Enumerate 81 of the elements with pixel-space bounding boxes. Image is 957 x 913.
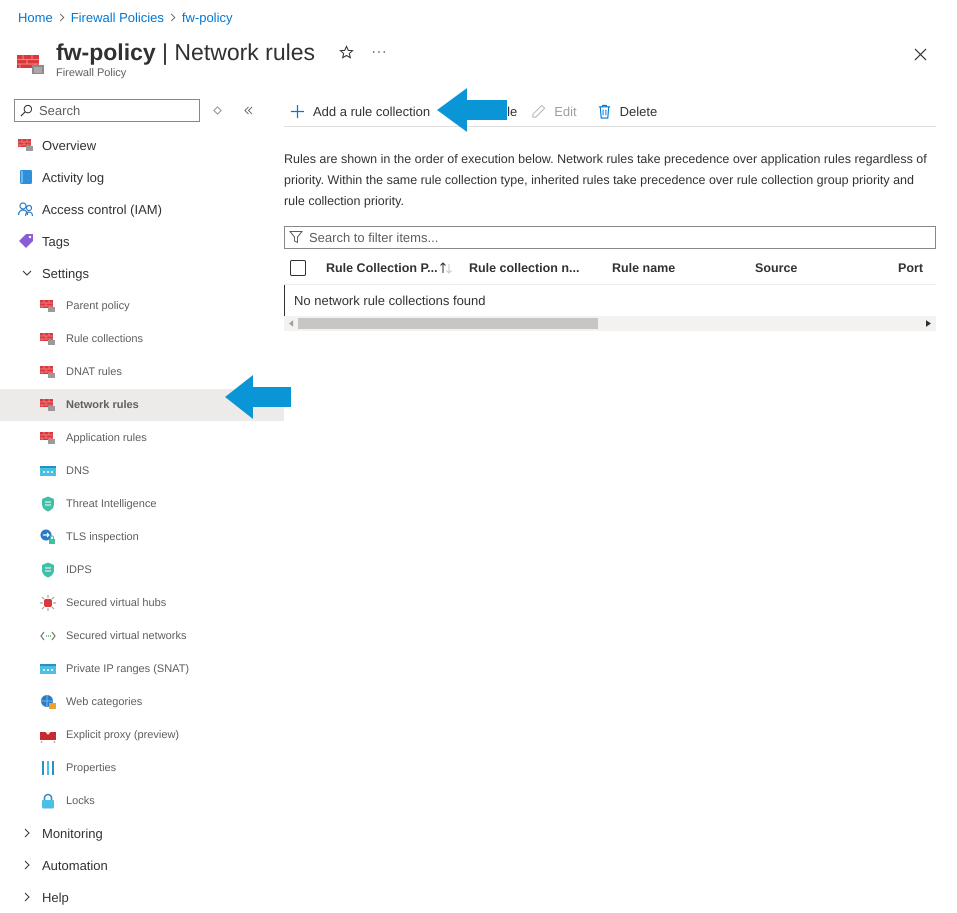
hub-icon bbox=[40, 595, 56, 611]
search-field[interactable]: Search bbox=[14, 98, 200, 122]
chevron-right-icon[interactable] bbox=[22, 860, 32, 870]
filter-field[interactable]: Search to filter items... bbox=[284, 226, 936, 249]
page-title: fw-policy | Network rules bbox=[56, 38, 316, 66]
column-header[interactable]: Rule Collection P... bbox=[326, 261, 438, 275]
nav-item[interactable]: Properties bbox=[0, 752, 284, 784]
lock-icon bbox=[40, 793, 56, 809]
delete-button[interactable]: Delete bbox=[590, 97, 664, 125]
trash-icon bbox=[596, 104, 612, 118]
nav-item[interactable]: Settings bbox=[0, 257, 284, 289]
panel-icon bbox=[40, 661, 56, 677]
panel-icon bbox=[40, 463, 56, 479]
column-header[interactable]: Source bbox=[755, 261, 798, 275]
nav-item[interactable]: Explicit proxy (preview) bbox=[0, 719, 284, 751]
nav-item[interactable]: Secured virtual hubs bbox=[0, 587, 284, 619]
scrollbar[interactable] bbox=[284, 316, 936, 331]
more-icon[interactable] bbox=[372, 50, 386, 54]
filter-icon bbox=[289, 230, 303, 244]
pencil-icon bbox=[531, 104, 546, 118]
nav-item[interactable]: DNS bbox=[0, 455, 284, 487]
breadcrumb-link[interactable]: Home bbox=[18, 10, 53, 24]
nav-item[interactable]: Threat Intelligence bbox=[0, 488, 284, 520]
firewall-icon bbox=[40, 298, 56, 314]
select-all-checkbox[interactable] bbox=[290, 260, 306, 276]
column-header[interactable]: Rule name bbox=[612, 261, 676, 275]
column-header[interactable]: Rule collection n... bbox=[469, 261, 580, 275]
firewall-icon bbox=[17, 52, 45, 76]
nav-item[interactable]: Help bbox=[0, 881, 284, 913]
description-text: Rules are shown in the order of execution below. Network rules take precedence over application rules regardless of priority. Within the same rule collection type, inherited rules take precedence over rule collection group priority and rule collection priority. bbox=[284, 151, 928, 210]
nav-item[interactable]: Application rules bbox=[0, 422, 284, 454]
nav-item[interactable]: Locks bbox=[0, 785, 284, 817]
add-button[interactable]: Add a rule collection bbox=[284, 97, 436, 125]
firewall-icon bbox=[40, 397, 56, 413]
people-icon bbox=[18, 201, 34, 217]
breadcrumb-link[interactable]: fw-policy bbox=[182, 10, 232, 24]
chevron-right-icon[interactable] bbox=[22, 892, 32, 902]
nav-item[interactable]: Monitoring bbox=[0, 817, 284, 849]
firewall-icon bbox=[18, 137, 34, 153]
arrow-drawing bbox=[225, 375, 291, 419]
chevron-down-icon[interactable] bbox=[22, 268, 32, 278]
nav-item[interactable]: Private IP ranges (SNAT) bbox=[0, 653, 284, 685]
nav-item[interactable]: Rule collections bbox=[0, 323, 284, 355]
tag-icon bbox=[18, 233, 34, 249]
nav-item[interactable]: Activity log bbox=[0, 161, 284, 193]
diamond-icon[interactable] bbox=[213, 106, 222, 114]
plus-icon bbox=[290, 104, 305, 118]
star-icon[interactable] bbox=[339, 44, 354, 60]
sort-icon[interactable] bbox=[438, 262, 453, 274]
book-icon bbox=[18, 169, 34, 185]
chevron-right-icon[interactable] bbox=[22, 828, 32, 838]
nav-item[interactable]: Parent policy bbox=[0, 290, 284, 322]
firewall-icon bbox=[40, 430, 56, 446]
firewall-icon bbox=[40, 331, 56, 347]
bars-icon bbox=[40, 760, 56, 776]
nav-item[interactable]: Overview bbox=[0, 129, 284, 161]
nav-item[interactable]: Web categories bbox=[0, 686, 284, 718]
shield-icon bbox=[40, 496, 56, 512]
lock-globe-icon bbox=[40, 529, 56, 545]
chevron-right-icon bbox=[58, 12, 65, 22]
nav-item[interactable]: Tags bbox=[0, 225, 284, 257]
toolbar-button[interactable]: le bbox=[507, 97, 518, 125]
nav-item[interactable]: Secured virtual networks bbox=[0, 620, 284, 652]
firewall-icon bbox=[40, 364, 56, 380]
nav-item[interactable]: Automation bbox=[0, 849, 284, 881]
scroll-right-icon[interactable] bbox=[926, 320, 931, 327]
nav-item[interactable]: IDPS bbox=[0, 554, 284, 586]
scroll-thumb[interactable] bbox=[298, 318, 598, 329]
column-header[interactable]: Port bbox=[898, 261, 923, 275]
nav-item[interactable]: TLS inspection bbox=[0, 521, 284, 553]
shield-icon bbox=[40, 562, 56, 578]
arrow-drawing bbox=[437, 88, 507, 132]
breadcrumb-link[interactable]: Firewall Policies bbox=[70, 10, 164, 24]
close-icon[interactable] bbox=[914, 48, 927, 61]
collapse-icon[interactable] bbox=[243, 106, 254, 114]
globe-icon bbox=[40, 694, 56, 710]
nav-item[interactable]: Access control (IAM) bbox=[0, 193, 284, 225]
nav-item[interactable]: DNAT rules bbox=[0, 356, 284, 388]
resource-type: Firewall Policy bbox=[56, 67, 128, 79]
search-icon bbox=[20, 104, 33, 116]
chevron-right-icon bbox=[170, 12, 176, 22]
